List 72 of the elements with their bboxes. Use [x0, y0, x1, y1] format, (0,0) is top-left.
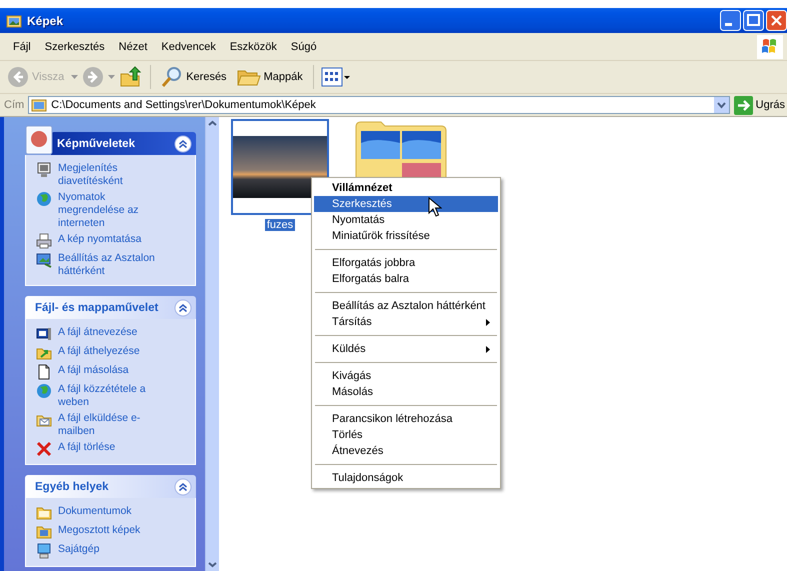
panel-header[interactable]: Egyéb helyek: [25, 475, 196, 498]
task-link[interactable]: Sajátgép: [36, 543, 189, 559]
search-button[interactable]: Keresés: [158, 64, 230, 90]
menu-item[interactable]: Parancsikon létrehozása: [314, 411, 498, 427]
menu-item[interactable]: Szerkesztés: [314, 196, 498, 212]
document-icon: [36, 364, 52, 380]
dropdown-button[interactable]: [714, 97, 729, 113]
collapse-button[interactable]: [174, 134, 192, 152]
task-link[interactable]: Nyomatok megrendelése az interneten: [36, 191, 189, 230]
file-name[interactable]: fuzes: [264, 219, 296, 231]
task-link[interactable]: A fájl elküldése e-mailben: [36, 412, 189, 438]
collapse-button[interactable]: [174, 298, 192, 316]
pictures-folder-icon: [6, 14, 22, 28]
submenu-arrow-icon: [486, 318, 490, 326]
menu-item[interactable]: Kedvencek: [154, 38, 223, 54]
monitor-icon: [36, 326, 52, 342]
image-thumbnail[interactable]: [231, 119, 329, 215]
monitor-icon: [36, 162, 52, 178]
address-label: Cím: [4, 99, 24, 111]
menu-item[interactable]: Másolás: [314, 384, 498, 400]
task-link[interactable]: A fájl átnevezése: [36, 326, 189, 342]
menu-item[interactable]: Szerkesztés: [38, 38, 112, 54]
menu-item[interactable]: Küldés: [314, 341, 498, 357]
menu-item[interactable]: Eszközök: [222, 38, 284, 54]
menu-item[interactable]: Törlés: [314, 427, 498, 443]
folders-button[interactable]: Mappák: [234, 65, 306, 89]
task-link[interactable]: A kép nyomtatása: [36, 233, 189, 249]
task-link[interactable]: A fájl törlése: [36, 441, 189, 457]
printer-icon: [36, 233, 52, 249]
folder-up-button[interactable]: [119, 66, 144, 88]
mouse-pointer-icon: [428, 197, 442, 217]
task-link[interactable]: Dokumentumok: [36, 505, 189, 521]
pictures-folder-icon: [31, 98, 48, 112]
panel-header[interactable]: Fájl- és mappaművelet: [25, 296, 196, 319]
task-link[interactable]: A fájl másolása: [36, 364, 189, 380]
task-link[interactable]: A fájl közzététele a weben: [36, 383, 189, 409]
minimize-button[interactable]: [720, 10, 741, 31]
menu-item[interactable]: Súgó: [284, 38, 324, 54]
menu-item[interactable]: Villámnézet: [314, 180, 498, 196]
menu-item[interactable]: Elforgatás balra: [314, 271, 498, 287]
menu-item[interactable]: Beállítás az Asztalon háttérként: [314, 298, 498, 314]
views-button[interactable]: [320, 67, 351, 87]
delete-icon: [36, 441, 52, 457]
pictures-folder-icon: [36, 524, 52, 540]
globe-icon: [36, 383, 52, 399]
globe-icon: [36, 191, 52, 207]
menu-item[interactable]: Társítás: [314, 314, 498, 330]
menu-item[interactable]: Elforgatás jobbra: [314, 255, 498, 271]
collapse-button[interactable]: [174, 478, 192, 496]
menu-item[interactable]: Nyomtatás: [314, 212, 498, 228]
folder-icon: [36, 505, 52, 521]
desktop-icon: [36, 252, 52, 268]
menu-item[interactable]: Nézet: [112, 38, 154, 54]
windows-flag-icon: [757, 34, 783, 58]
window-title: Képek: [27, 14, 64, 28]
task-link[interactable]: Beállítás az Asztalon háttérként: [36, 252, 189, 278]
close-button[interactable]: [766, 10, 787, 31]
task-link[interactable]: Megjelenítés diavetítésként: [36, 162, 189, 188]
computer-icon: [36, 543, 52, 559]
menu-item[interactable]: Tulajdonságok: [314, 470, 498, 486]
menu-item[interactable]: Fájl: [6, 38, 38, 54]
menu-item[interactable]: Kivágás: [314, 368, 498, 384]
go-button[interactable]: Ugrás: [734, 96, 787, 114]
task-link[interactable]: Megosztott képek: [36, 524, 189, 540]
submenu-arrow-icon: [486, 346, 490, 352]
menu-item[interactable]: Miniatűrök frissítése: [314, 228, 498, 244]
maximize-button[interactable]: [743, 10, 764, 31]
address-field[interactable]: C:\Documents and Settings\rer\Dokumentumok\Képek: [28, 96, 730, 114]
panel-header[interactable]: Képműveletek: [51, 132, 196, 155]
task-link[interactable]: A fájl áthelyezése: [36, 345, 189, 361]
search-icon: [161, 66, 184, 88]
menu-item[interactable]: Átnevezés: [314, 443, 498, 459]
